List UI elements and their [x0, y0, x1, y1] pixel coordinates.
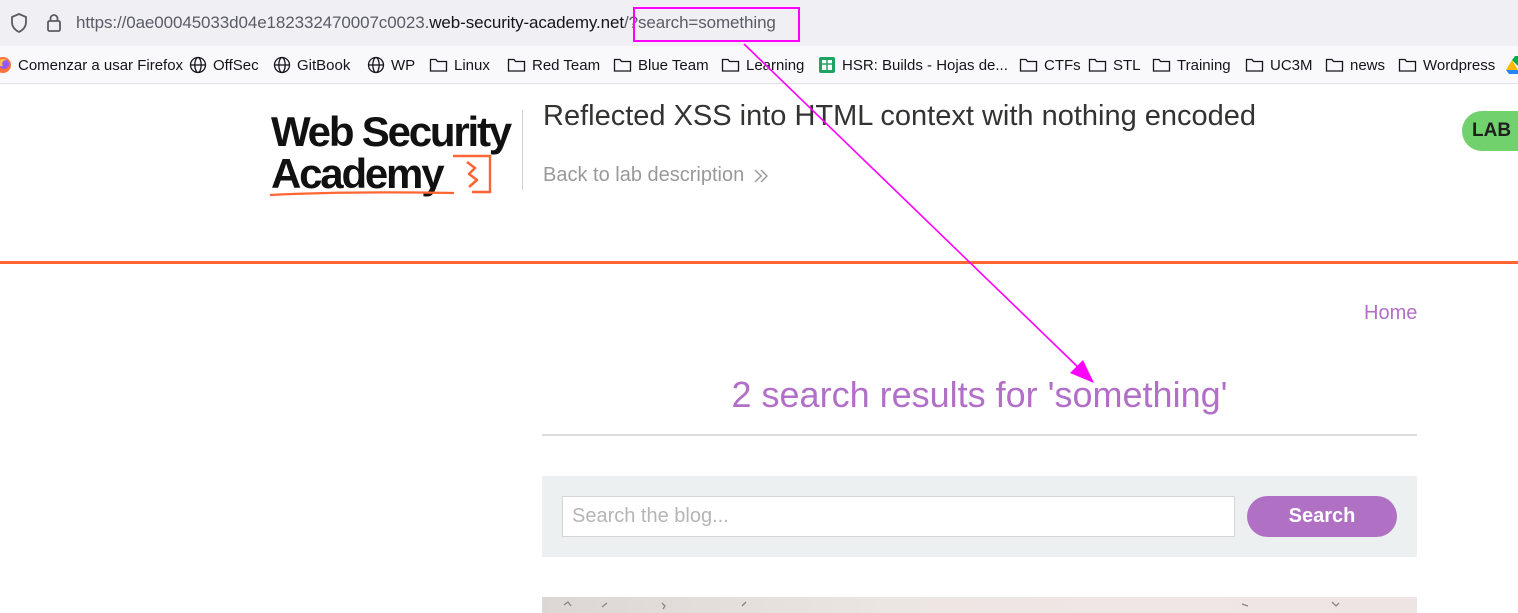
firefox-icon	[0, 57, 11, 73]
bookmark-label: Wordpress	[1423, 56, 1496, 74]
bookmarks-toolbar: Comenzar a usar Firefox OffSec GitBook W…	[0, 46, 1518, 84]
bookmark-item[interactable]: UC3M	[1245, 55, 1313, 75]
folder-icon	[1245, 58, 1264, 72]
bookmark-label: Red Team	[532, 56, 601, 74]
folder-icon	[507, 58, 526, 72]
bookmark-label: STL	[1113, 56, 1141, 74]
bookmark-label: GitBook	[297, 56, 351, 74]
folder-icon	[721, 58, 740, 72]
bookmark-label: Blue Team	[638, 56, 709, 74]
back-to-lab-description-link[interactable]: Back to lab description	[543, 164, 770, 187]
globe-icon	[367, 56, 385, 74]
annotation-highlight-box	[633, 7, 800, 42]
bookmark-item[interactable]: WP	[367, 55, 415, 75]
lab-status-badge: LAB	[1462, 111, 1518, 151]
header-orange-rule	[0, 261, 1518, 264]
globe-icon	[189, 56, 207, 74]
bookmark-label: Linux	[454, 56, 490, 74]
bookmark-item[interactable]: Comenzar a usar Firefox	[0, 55, 183, 75]
shield-icon[interactable]	[9, 12, 29, 34]
folder-icon	[613, 58, 632, 72]
header-divider	[522, 110, 523, 190]
bookmark-item[interactable]: news	[1325, 55, 1385, 75]
bookmark-label: Comenzar a usar Firefox	[18, 56, 184, 74]
bookmark-item[interactable]: Learning	[721, 55, 804, 75]
bookmark-label: CTFs	[1044, 56, 1081, 74]
bookmark-item[interactable]: GitBook	[273, 55, 350, 75]
search-button[interactable]: Search	[1247, 496, 1397, 537]
folder-icon	[1325, 58, 1344, 72]
folder-icon	[1019, 58, 1038, 72]
folder-icon	[1088, 58, 1107, 72]
bookmark-label: UC3M	[1270, 56, 1313, 74]
folder-icon	[1398, 58, 1417, 72]
bookmark-label: news	[1350, 56, 1386, 74]
bookmark-item[interactable]: Training	[1152, 55, 1231, 75]
bookmark-label: HSR: Builds - Hojas de...	[842, 56, 1008, 74]
folder-icon	[1152, 58, 1171, 72]
google-sheets-icon	[819, 57, 835, 73]
folder-icon	[429, 58, 448, 72]
logo-line-1: Web Security	[271, 108, 513, 155]
url-host: web-security-academy.net	[429, 13, 625, 32]
bookmark-label: Training	[1177, 56, 1231, 74]
url-prefix: https://0ae00045033d04e182332470007c0023…	[76, 13, 430, 32]
bookmark-item[interactable]: Blue Team	[613, 55, 709, 75]
search-panel: Search	[542, 476, 1417, 557]
back-link-label: Back to lab description	[543, 164, 745, 186]
logo-line-2: Academy	[271, 150, 445, 197]
double-chevron-right-icon	[754, 169, 769, 182]
lab-title: Reflected XSS into HTML context with not…	[543, 100, 1257, 132]
search-results-heading: 2 search results for 'something'	[731, 374, 1228, 415]
bookmark-item[interactable]: OffSec	[189, 55, 259, 75]
home-link[interactable]: Home	[1364, 302, 1417, 325]
bookmark-label: Learning	[746, 56, 805, 74]
bookmark-item[interactable]: Wordpress	[1398, 55, 1495, 75]
bookmark-label: OffSec	[213, 56, 259, 74]
globe-icon	[273, 56, 291, 74]
google-drive-icon[interactable]	[1506, 56, 1518, 79]
browser-url-bar[interactable]: https://0ae00045033d04e182332470007c0023…	[0, 0, 1518, 46]
results-divider	[542, 434, 1417, 436]
blog-post-image[interactable]	[542, 597, 1417, 613]
search-input[interactable]	[562, 496, 1235, 537]
bookmark-item[interactable]: STL	[1088, 55, 1141, 75]
bookmark-item[interactable]: Red Team	[507, 55, 600, 75]
bookmark-label: WP	[391, 56, 416, 74]
web-security-academy-logo[interactable]: Web Security Academy	[268, 106, 520, 202]
lock-icon[interactable]	[44, 12, 64, 34]
bookmark-item[interactable]: HSR: Builds - Hojas de...	[818, 55, 1008, 75]
bookmark-item[interactable]: Linux	[429, 55, 490, 75]
bookmark-item[interactable]: CTFs	[1019, 55, 1081, 75]
